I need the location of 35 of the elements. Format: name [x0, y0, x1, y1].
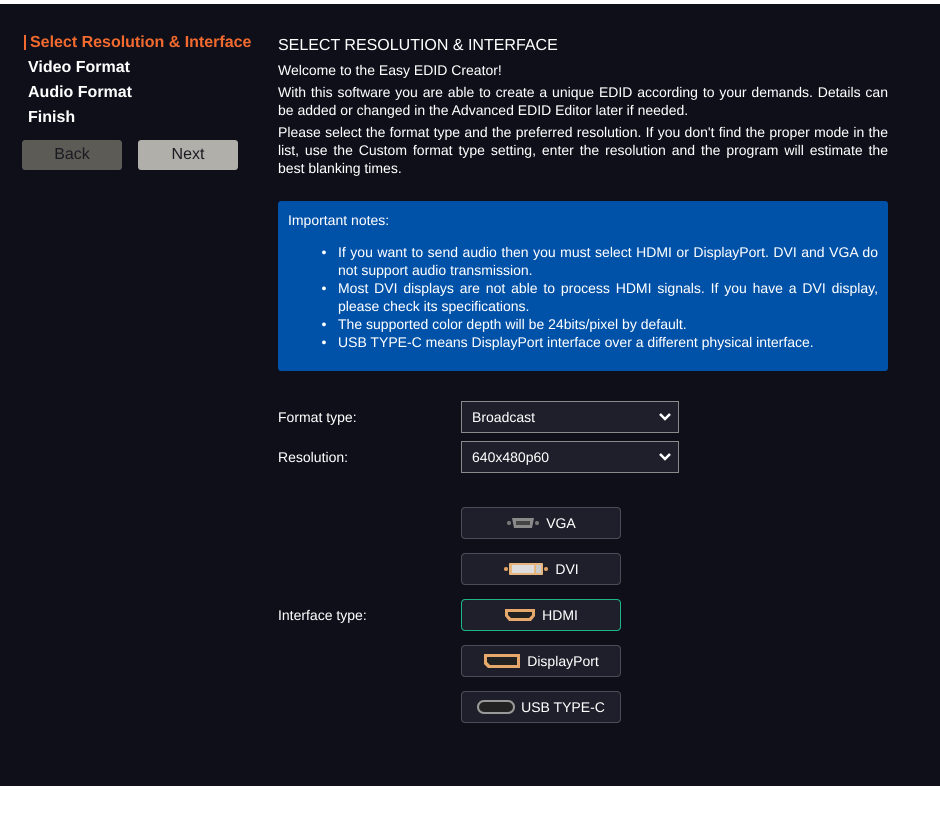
- interface-option[interactable]: VGA: [461, 507, 621, 539]
- interface-option[interactable]: USB TYPE-C: [461, 691, 621, 723]
- bullet-mark: •: [320, 279, 328, 298]
- welcome-text: Welcome to the Easy EDID Creator!: [278, 61, 503, 79]
- note-item: The supported color depth will be 24bits/pixel by default.: [338, 315, 688, 333]
- note-item: USB TYPE-C means DisplayPort interface over a different physical interface.: [338, 333, 815, 351]
- bullet-mark: •: [320, 333, 328, 351]
- bullet-mark: •: [320, 315, 328, 333]
- notes-title: Important notes:: [288, 211, 390, 229]
- wizard-step[interactable]: Select Resolution & Interface: [22, 30, 278, 55]
- field-label: Interface type:: [278, 606, 368, 624]
- interface-option[interactable]: DVI: [461, 553, 621, 585]
- intro-paragraph: Please select the format type and the preferred resolution. If you don't find the proper mode in the list, use the Custom format type setting, enter the resolution and the program will estimate the best blanking times.: [278, 123, 888, 177]
- wizard-step[interactable]: Video Format: [22, 55, 278, 80]
- dvi-connector-icon: [503, 562, 550, 576]
- note-item: If you want to send audio then you must select HDMI or DisplayPort. DVI and VGA do not support audio transmission.: [338, 243, 878, 279]
- field-label: Format type:: [278, 408, 358, 426]
- next-button[interactable]: Next: [138, 140, 238, 170]
- intro-paragraph: With this software you are able to create a unique EDID according to your demands. Details can be added or changed in the Advanced EDID Editor later if needed.: [278, 83, 888, 119]
- dropdown[interactable]: Broadcast: [461, 401, 679, 433]
- field-label: Resolution:: [278, 448, 350, 466]
- interface-option[interactable]: HDMI: [461, 599, 621, 631]
- displayport-connector-icon: [483, 653, 522, 669]
- dropdown[interactable]: 640x480p60: [461, 441, 679, 473]
- hdmi-connector-icon: [504, 608, 536, 622]
- usb-c-connector-icon: [477, 700, 516, 714]
- note-item: Most DVI displays are not able to process HDMI signals. If you have a DVI display, please check its specifications.: [338, 279, 878, 315]
- bullet-mark: •: [320, 243, 328, 262]
- chevron-down-icon: [658, 452, 672, 462]
- interface-option[interactable]: DisplayPort: [461, 645, 621, 677]
- wizard-step[interactable]: Audio Format: [22, 80, 278, 105]
- page-heading: SELECT RESOLUTION & INTERFACE: [278, 37, 559, 55]
- vga-connector-icon: [506, 516, 540, 530]
- wizard-step[interactable]: Finish: [22, 105, 278, 130]
- chevron-down-icon: [658, 412, 672, 422]
